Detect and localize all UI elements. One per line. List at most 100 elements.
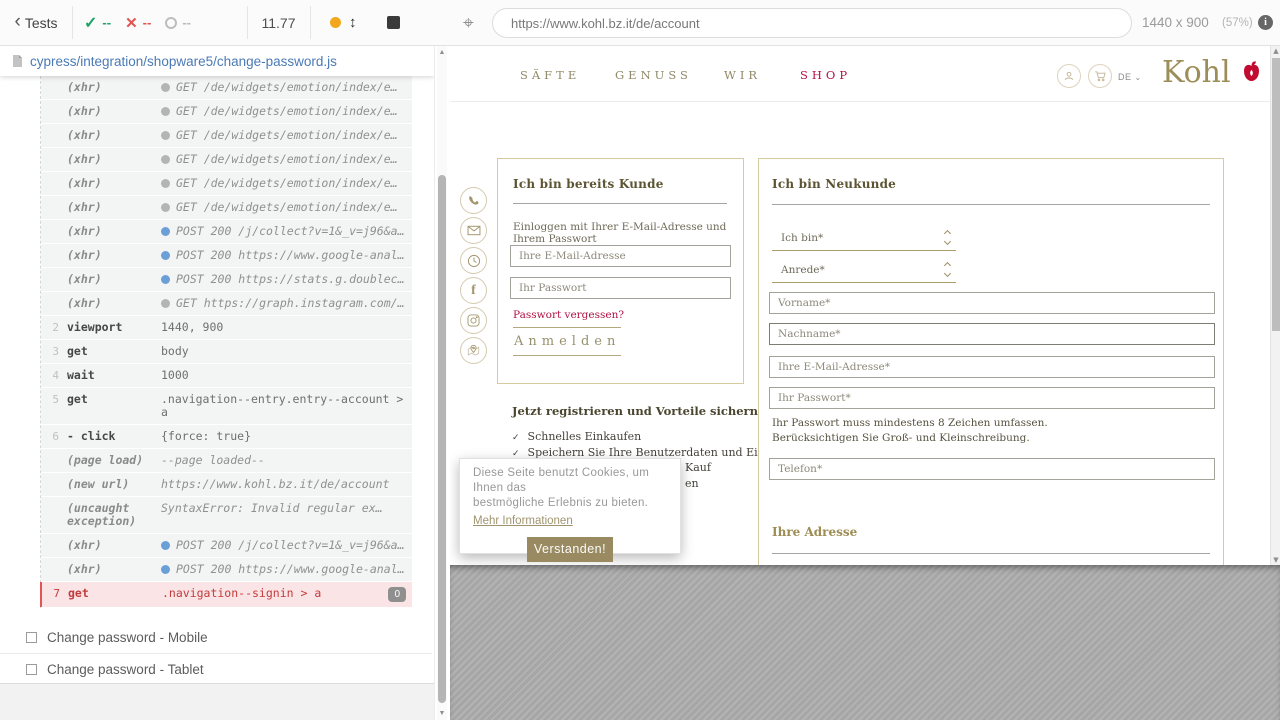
language-label: DE — [1118, 72, 1132, 82]
stop-button[interactable] — [387, 16, 400, 29]
log-command-name: (xhr) — [67, 249, 153, 262]
log-command-name: get — [68, 587, 154, 600]
register-password-field[interactable] — [769, 387, 1215, 409]
nav-item-säfte[interactable]: SÄFTE — [520, 68, 580, 82]
password-hint-1: Ihr Passwort muss mindestens 8 Zeichen u… — [772, 417, 1048, 429]
nav-item-genuss[interactable]: GENUSS — [615, 68, 692, 82]
log-command-message: --page loaded-- — [161, 454, 412, 467]
log-row[interactable]: (xhr)POST 200 /j/collect?v=1&_v=j96&aip=… — [41, 220, 412, 243]
cookie-text-line2: bestmögliche Erlebnis zu bieten. — [473, 496, 667, 511]
reporter-scrollbar[interactable]: ▲ ▼ — [437, 46, 447, 720]
url-bar[interactable]: https://www.kohl.bz.it/de/account — [492, 8, 1132, 38]
pending-test-label: Change password - Tablet — [47, 662, 204, 677]
log-command-message: GET /de/widgets/emotion/index/e… — [161, 153, 412, 166]
lastname-field[interactable] — [769, 323, 1215, 345]
log-command-name: viewport — [67, 321, 153, 334]
mail-icon[interactable] — [460, 217, 487, 244]
nav-item-wir[interactable]: WIR — [724, 68, 761, 82]
log-row[interactable]: (xhr)POST 200 https://stats.g.doubleclic… — [41, 268, 412, 291]
cookie-more-info-link[interactable]: Mehr Informationen — [473, 515, 573, 527]
password-hint-2: Berücksichtigen Sie Groß- und Kleinschre… — [772, 432, 1030, 444]
register-email-field[interactable] — [769, 356, 1215, 378]
pending-checkbox-icon — [26, 632, 37, 643]
app-scrollbar[interactable]: ▲ ▼ — [1270, 46, 1280, 565]
scrollbar-thumb[interactable] — [438, 175, 446, 703]
log-row[interactable]: (xhr)GET /de/widgets/emotion/index/e… — [41, 172, 412, 195]
cookie-text-line1: Diese Seite benutzt Cookies, um Ihnen da… — [473, 466, 667, 496]
log-row[interactable]: 7get.navigation--signin > a0 — [40, 582, 412, 607]
log-row[interactable]: (xhr)GET /de/widgets/emotion/index/e… — [41, 100, 412, 123]
phone-field[interactable] — [769, 458, 1215, 480]
scrollbar-thumb[interactable] — [1272, 58, 1280, 331]
scroll-down-icon[interactable]: ▼ — [437, 710, 447, 717]
select-label: Anrede* — [781, 264, 825, 276]
log-row[interactable]: (xhr)POST 200 /j/collect?v=1&_v=j96&aip=… — [41, 534, 412, 557]
log-row[interactable]: (xhr)GET /de/widgets/emotion/index/e… — [41, 196, 412, 219]
account-button[interactable] — [1057, 64, 1081, 88]
spec-path-link[interactable]: cypress/integration/shopware5/change-pas… — [30, 54, 337, 69]
pending-test-row[interactable]: Change password - Mobile — [0, 622, 432, 654]
pending-test-label: Change password - Mobile — [47, 630, 208, 645]
log-row[interactable]: 3getbody — [41, 340, 412, 363]
log-row[interactable]: (xhr)GET /de/widgets/emotion/index/e… — [41, 76, 412, 99]
log-command-message: 1440, 900 — [161, 321, 412, 334]
selector-playground-icon[interactable]: ⌖ — [463, 13, 474, 35]
log-row[interactable]: (xhr)GET https://graph.instagram.com/me/… — [41, 292, 412, 315]
location-icon[interactable] — [460, 337, 487, 364]
clock-icon[interactable] — [460, 247, 487, 274]
customer-type-select[interactable]: Ich bin* — [772, 227, 956, 251]
log-row[interactable]: (xhr)GET /de/widgets/emotion/index/e… — [41, 124, 412, 147]
phone-icon[interactable] — [460, 187, 487, 214]
language-selector[interactable]: DE ⌄ — [1118, 72, 1142, 82]
cart-button[interactable] — [1088, 64, 1112, 88]
log-row[interactable]: (xhr)POST 200 https://www.google-analyti… — [41, 244, 412, 267]
log-row[interactable]: (xhr)POST 200 https://www.google-analyti… — [41, 558, 412, 581]
log-command-message: GET /de/widgets/emotion/index/e… — [161, 201, 412, 214]
log-row[interactable]: (xhr)GET /de/widgets/emotion/index/e… — [41, 148, 412, 171]
log-row[interactable]: 5get.navigation--entry.entry--account > … — [41, 388, 412, 424]
login-password-field[interactable] — [510, 277, 731, 299]
log-command-name: (xhr) — [67, 297, 153, 310]
status-dot-icon — [161, 541, 170, 550]
log-row[interactable]: (page load)--page loaded-- — [41, 449, 412, 472]
scroll-toggle-icon[interactable]: ↕ — [349, 14, 357, 31]
apple-logo-icon[interactable] — [1241, 60, 1262, 84]
login-email-field[interactable] — [510, 245, 731, 267]
log-command-name: get — [67, 393, 153, 406]
viewport-size-label: 1440 x 900 — [1142, 15, 1209, 30]
shop-logo[interactable]: Kohl — [1162, 55, 1231, 90]
nav-item-shop[interactable]: SHOP — [800, 68, 851, 82]
divider — [513, 203, 727, 204]
cookie-accept-button[interactable]: Verstanden! — [527, 537, 613, 562]
status-dot-icon — [161, 179, 170, 188]
login-submit-button[interactable]: Anmelden — [513, 327, 621, 356]
facebook-icon[interactable]: f — [460, 277, 487, 304]
pending-checkbox-icon — [26, 664, 37, 675]
test-stats: ✓ -- ✕ -- -- — [84, 0, 191, 45]
viewport-info-icon[interactable]: i — [1258, 15, 1273, 30]
shop-header: SÄFTE GENUSS WIR SHOP DE ⌄ Kohl — [450, 46, 1270, 102]
scroll-up-icon[interactable]: ▲ — [437, 49, 447, 56]
log-row[interactable]: 4wait1000 — [41, 364, 412, 387]
divider — [772, 553, 1210, 554]
forgot-password-link[interactable]: Passwort vergessen? — [513, 309, 624, 321]
status-dot-icon — [161, 299, 170, 308]
reporter-footer — [0, 683, 434, 720]
scroll-up-icon[interactable]: ▲ — [1271, 47, 1280, 55]
log-row[interactable]: 6- click{force: true} — [41, 425, 412, 448]
instagram-icon[interactable] — [460, 307, 487, 334]
select-label: Ich bin* — [781, 232, 823, 244]
log-row[interactable]: (uncaught exception)SyntaxError: Invalid… — [41, 497, 412, 533]
log-row[interactable]: (new url)https://www.kohl.bz.it/de/accou… — [41, 473, 412, 496]
back-to-tests-button[interactable]: ‹ Tests — [0, 0, 72, 45]
pending-tests-list: Change password - Mobile Change password … — [0, 622, 432, 686]
pending-test-row[interactable]: Change password - Tablet — [0, 654, 432, 686]
log-row[interactable]: 2viewport1440, 900 — [41, 316, 412, 339]
salutation-select[interactable]: Anrede* — [772, 259, 956, 283]
log-row-number: 5 — [41, 393, 67, 406]
scroll-down-icon[interactable]: ▼ — [1271, 556, 1280, 564]
log-command-message: POST 200 https://www.google-analytics… — [161, 563, 412, 576]
log-command-name: (xhr) — [67, 225, 153, 238]
firstname-field[interactable] — [769, 292, 1215, 314]
log-command-message: .navigation--signin > a — [162, 587, 388, 600]
